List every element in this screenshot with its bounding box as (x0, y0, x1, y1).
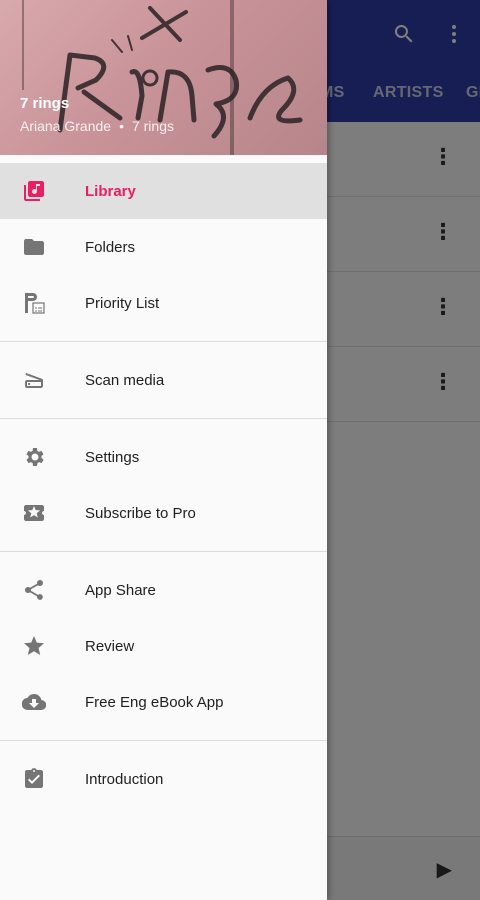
drawer-item-label: Subscribe to Pro (85, 504, 196, 522)
drawer-item-label: App Share (85, 581, 156, 599)
ticket-icon (20, 499, 48, 527)
gear-icon (20, 443, 48, 471)
track-title: 7 rings (20, 95, 70, 112)
library-music-icon (20, 177, 48, 205)
drawer-item-label: Scan media (85, 371, 165, 389)
drawer-header[interactable]: 7 rings Ariana Grande • 7 rings (0, 0, 327, 155)
divider (0, 418, 327, 419)
drawer-item-app-share[interactable]: App Share (0, 562, 327, 618)
divider (0, 740, 327, 741)
divider (0, 551, 327, 552)
drawer-item-label: Review (85, 637, 135, 655)
drawer-menu: Library Folders Priority List Scan media (0, 163, 327, 807)
subtitle-separator: • (119, 118, 124, 134)
track-subtitle: Ariana Grande • 7 rings (20, 118, 174, 134)
drawer-item-settings[interactable]: Settings (0, 429, 327, 485)
drawer-item-library[interactable]: Library (0, 163, 327, 219)
drawer-item-label: Free Eng eBook App (85, 693, 224, 711)
drawer-item-label: Introduction (85, 770, 164, 788)
drawer-item-folders[interactable]: Folders (0, 219, 327, 275)
navigation-drawer: 7 rings Ariana Grande • 7 rings Library Fo… (0, 0, 327, 900)
cloud-download-icon (20, 688, 48, 716)
divider (0, 341, 327, 342)
drawer-item-priority-list[interactable]: Priority List (0, 275, 327, 331)
drawer-item-scan-media[interactable]: Scan media (0, 352, 327, 408)
drawer-item-free-ebook[interactable]: Free Eng eBook App (0, 674, 327, 730)
drawer-item-label: Folders (85, 238, 136, 256)
artist-name: Ariana Grande (20, 118, 112, 134)
share-icon (20, 576, 48, 604)
drawer-item-subscribe-pro[interactable]: Subscribe to Pro (0, 485, 327, 541)
scan-icon (20, 366, 48, 394)
drawer-item-label: Priority List (85, 294, 160, 312)
drawer-item-review[interactable]: Review (0, 618, 327, 674)
folder-icon (20, 233, 48, 261)
drawer-item-label: Library (85, 182, 136, 200)
priority-list-icon (20, 289, 48, 317)
drawer-item-label: Settings (85, 448, 140, 466)
clipboard-check-icon (20, 765, 48, 793)
star-icon (20, 632, 48, 660)
album-name: 7 rings (131, 118, 174, 134)
drawer-item-introduction[interactable]: Introduction (0, 751, 327, 807)
